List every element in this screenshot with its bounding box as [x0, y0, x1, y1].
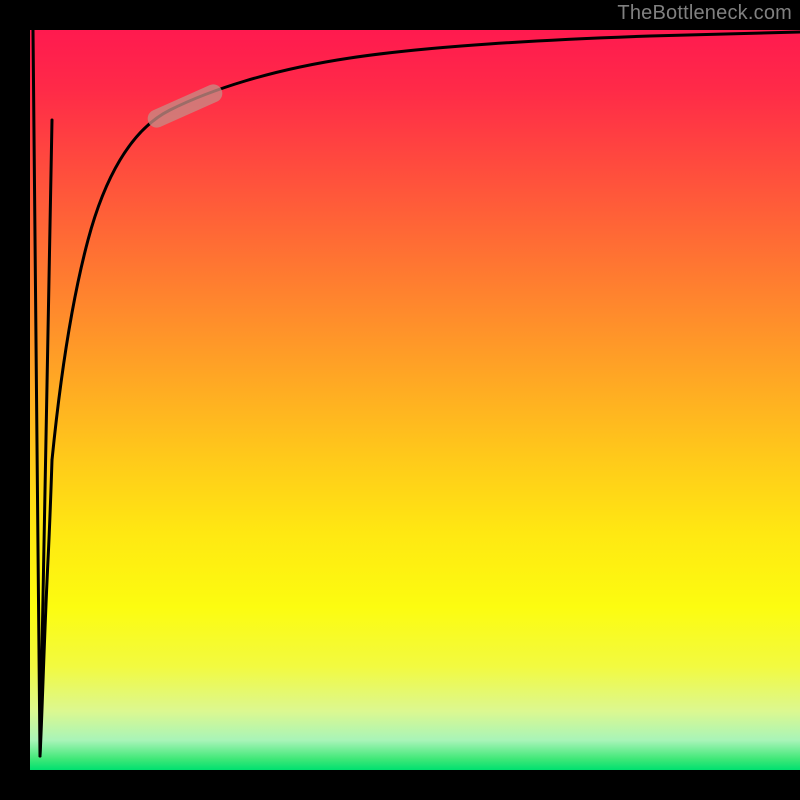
watermark-label: TheBottleneck.com — [617, 2, 792, 25]
plot-gradient-background — [30, 30, 800, 770]
